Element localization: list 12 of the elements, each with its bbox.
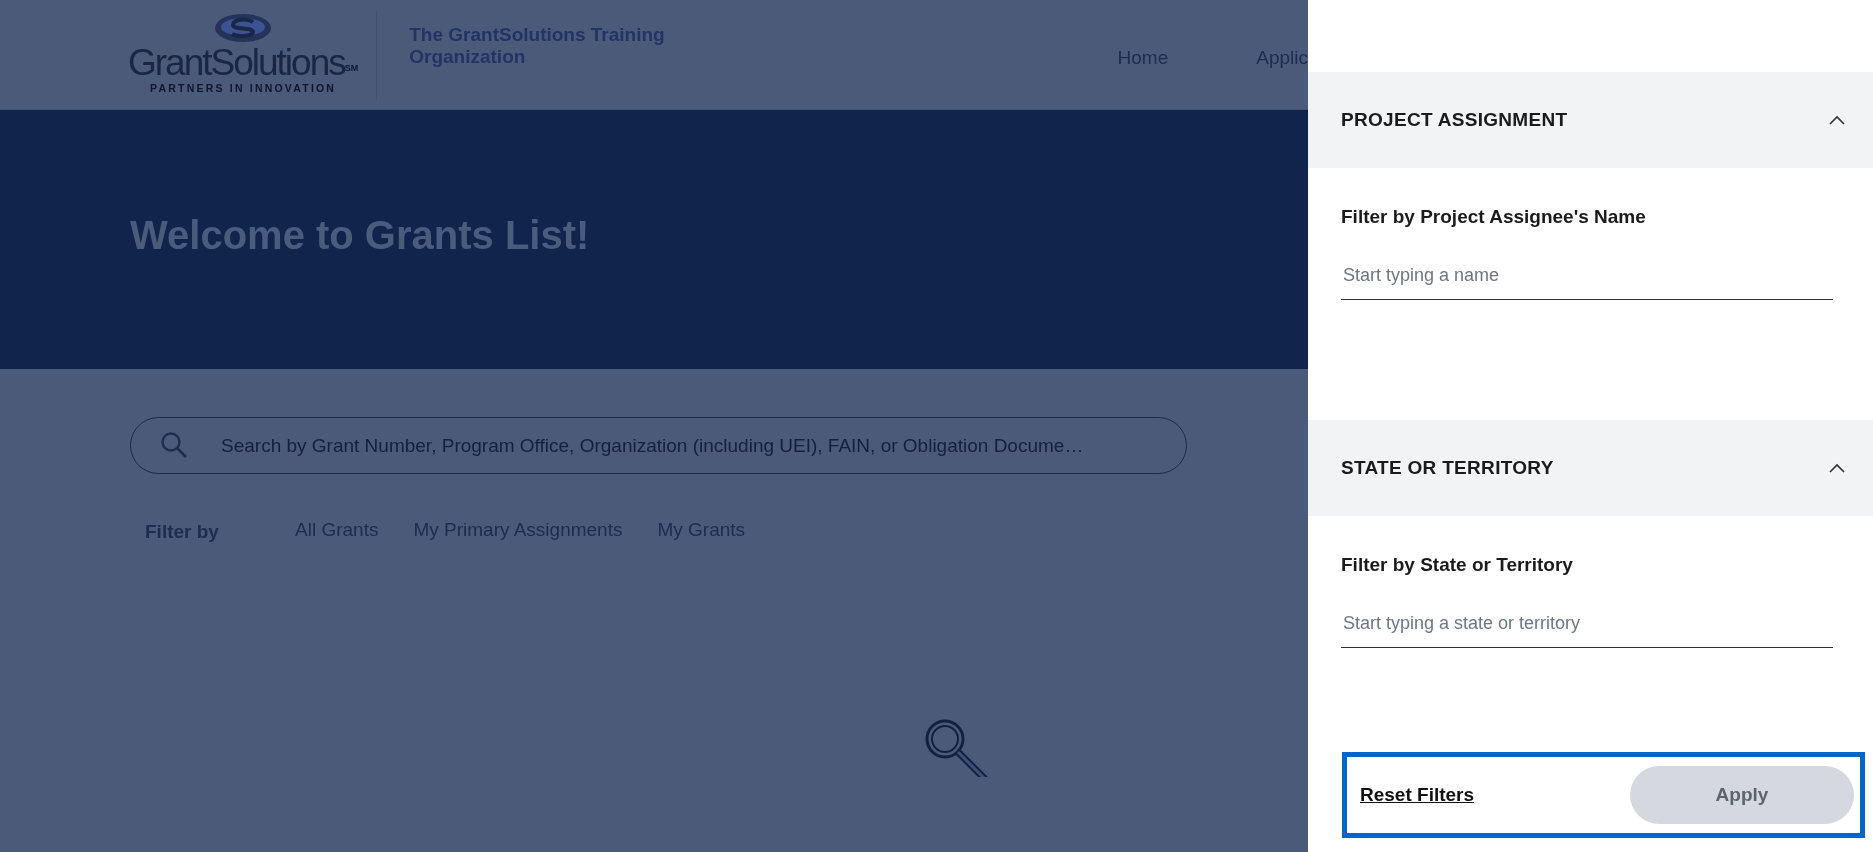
section-title: PROJECT ASSIGNMENT	[1341, 107, 1568, 132]
search-field[interactable]: Search by Grant Number, Program Office, Organization (including UEI), FAIN, or Obligation Docume…	[130, 417, 1187, 474]
section-header[interactable]: STATE OR TERRITORY	[1308, 420, 1873, 516]
field-label: Filter by Project Assignee's Name	[1341, 205, 1647, 229]
page-title: Welcome to Grants List!	[130, 211, 590, 259]
search-icon	[160, 431, 188, 459]
logo-swirl-icon	[213, 12, 274, 45]
logo-tagline: PARTNERS IN INNOVATION	[150, 81, 337, 97]
field-label: Filter by State or Territory	[1341, 553, 1574, 577]
reset-filters-link[interactable]: Reset Filters	[1360, 780, 1475, 810]
section-title: STATE OR TERRITORY	[1341, 455, 1554, 480]
section-header[interactable]: PROJECT ASSIGNMENT	[1308, 72, 1873, 168]
